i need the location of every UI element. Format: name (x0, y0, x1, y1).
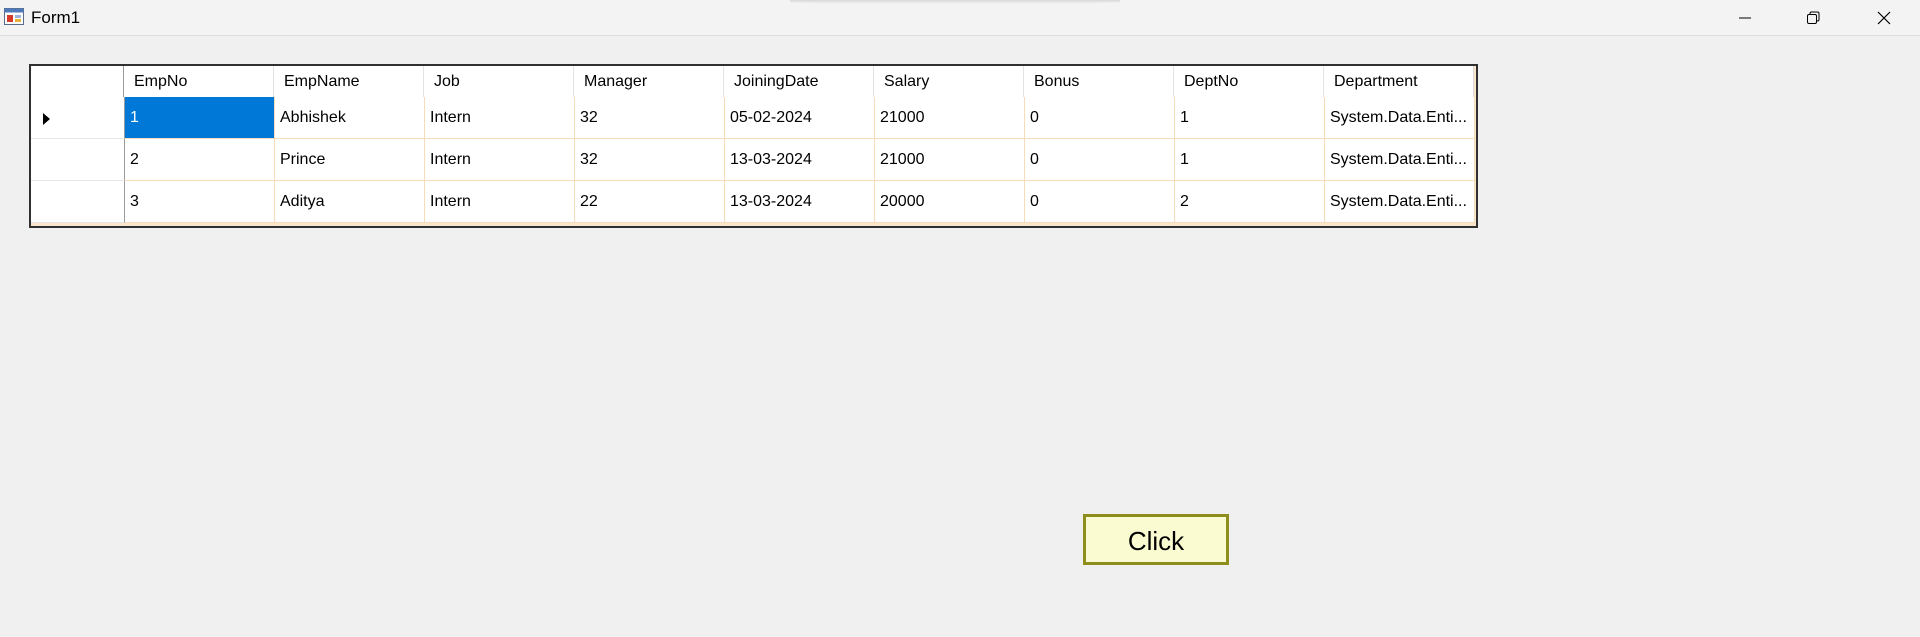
table-cell[interactable]: 2 (125, 139, 275, 181)
table-cell[interactable]: Prince (275, 139, 425, 181)
top-left-header-cell[interactable] (31, 66, 124, 97)
table-cell[interactable]: Intern (425, 139, 575, 181)
restore-icon (1807, 11, 1820, 24)
column-header-bonus[interactable]: Bonus (1024, 66, 1174, 97)
table-cell[interactable]: 0 (1025, 97, 1175, 139)
table-cell[interactable]: 1 (1175, 139, 1325, 181)
table-cell[interactable]: 13-03-2024 (725, 139, 875, 181)
close-icon (1877, 11, 1891, 24)
column-header-job[interactable]: Job (424, 66, 574, 97)
restore-button[interactable] (1778, 0, 1848, 35)
row-header[interactable] (31, 97, 125, 139)
table-cell[interactable]: Abhishek (275, 97, 425, 139)
table-cell[interactable]: 32 (575, 97, 725, 139)
table-cell[interactable]: 1 (125, 97, 275, 139)
table-cell[interactable]: Intern (425, 97, 575, 139)
title-bar[interactable]: Form1 (0, 0, 1920, 36)
table-cell[interactable]: 2 (1175, 181, 1325, 223)
table-cell[interactable]: 05-02-2024 (725, 97, 875, 139)
row-header[interactable] (31, 181, 125, 223)
app-icon[interactable] (4, 8, 24, 25)
employee-data-grid[interactable]: EmpNo EmpName Job Manager JoiningDate Sa… (29, 64, 1478, 228)
table-cell[interactable]: Intern (425, 181, 575, 223)
column-header-empname[interactable]: EmpName (274, 66, 424, 97)
column-header-deptno[interactable]: DeptNo (1174, 66, 1324, 97)
table-cell[interactable]: 20000 (875, 181, 1025, 223)
table-cell[interactable]: 0 (1025, 139, 1175, 181)
table-cell[interactable]: 21000 (875, 139, 1025, 181)
column-header-salary[interactable]: Salary (874, 66, 1024, 97)
table-cell[interactable]: 3 (125, 181, 275, 223)
current-row-arrow-icon (43, 113, 50, 125)
table-cell[interactable]: System.Data.Enti... (1325, 181, 1475, 223)
table-cell[interactable]: 0 (1025, 181, 1175, 223)
client-area: EmpNo EmpName Job Manager JoiningDate Sa… (0, 36, 1920, 637)
table-cell[interactable]: System.Data.Enti... (1325, 97, 1475, 139)
column-header-empno[interactable]: EmpNo (124, 66, 274, 97)
grid-header-row: EmpNo EmpName Job Manager JoiningDate Sa… (31, 66, 1474, 98)
row-header[interactable] (31, 139, 125, 181)
column-header-department[interactable]: Department (1324, 66, 1474, 97)
table-row[interactable]: 1 Abhishek Intern 32 05-02-2024 21000 0 … (31, 97, 1475, 139)
title-bar-glow (790, 0, 1120, 4)
table-cell[interactable]: 32 (575, 139, 725, 181)
column-header-manager[interactable]: Manager (574, 66, 724, 97)
close-button[interactable] (1849, 0, 1919, 35)
minimize-icon (1739, 17, 1751, 18)
column-header-joiningdate[interactable]: JoiningDate (724, 66, 874, 97)
table-row[interactable]: 2 Prince Intern 32 13-03-2024 21000 0 1 … (31, 139, 1475, 181)
table-cell[interactable]: 1 (1175, 97, 1325, 139)
form-window: Form1 EmpNo EmpName Job Manager JoiningD… (0, 0, 1920, 637)
minimize-button[interactable] (1710, 0, 1780, 35)
table-row[interactable]: 3 Aditya Intern 22 13-03-2024 20000 0 2 … (31, 181, 1475, 223)
table-cell[interactable]: 21000 (875, 97, 1025, 139)
table-cell[interactable]: 22 (575, 181, 725, 223)
table-cell[interactable]: System.Data.Enti... (1325, 139, 1475, 181)
window-title: Form1 (31, 8, 81, 27)
click-button[interactable]: Click (1083, 514, 1229, 565)
table-cell[interactable]: 13-03-2024 (725, 181, 875, 223)
table-cell[interactable]: Aditya (275, 181, 425, 223)
